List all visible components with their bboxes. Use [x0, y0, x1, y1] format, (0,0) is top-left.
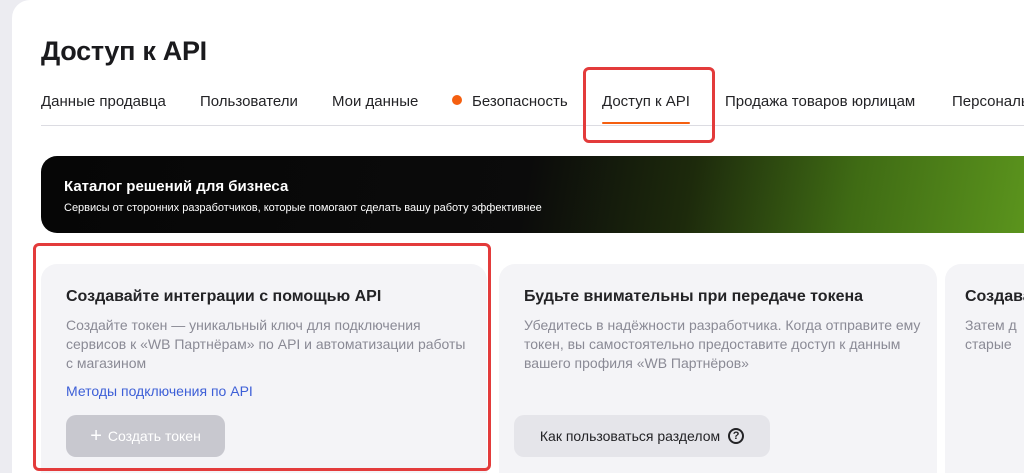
plus-icon: +	[90, 425, 102, 447]
banner-title: Каталог решений для бизнеса	[64, 178, 289, 195]
card-token-warning: Будьте внимательны при передаче токена У…	[499, 264, 937, 473]
create-token-label: Создать токен	[107, 428, 201, 444]
tab-users[interactable]: Пользователи	[200, 93, 298, 110]
help-circle-icon: ?	[728, 428, 745, 444]
how-to-use-button[interactable]: Как пользоваться разделом ?	[514, 415, 770, 457]
card-partial: Создава Затем д старые	[945, 264, 1024, 473]
tab-security-label: Безопасность	[472, 93, 568, 110]
card-text-line2: старые	[965, 336, 1012, 352]
tab-my-data[interactable]: Мои данные	[332, 93, 418, 110]
notification-dot-icon	[452, 95, 462, 105]
card-title: Будьте внимательны при передаче токена	[524, 288, 864, 305]
card-title: Создавайте интеграции с помощью API	[66, 288, 382, 305]
tab-security[interactable]: Безопасность	[452, 93, 568, 110]
banner-subtitle: Сервисы от сторонних разработчиков, кото…	[64, 202, 542, 214]
card-create-integrations: Создавайте интеграции с помощью API Созд…	[41, 264, 487, 473]
card-text-line1: Затем д	[965, 317, 1017, 333]
tab-bar: Данные продавца Пользователи Мои данные …	[41, 93, 1024, 126]
api-methods-link[interactable]: Методы подключения по API	[66, 383, 253, 399]
tab-seller-data[interactable]: Данные продавца	[41, 93, 166, 110]
card-text: Создайте токен — уникальный ключ для под…	[66, 317, 466, 371]
card-text: Убедитесь в надёжности разработчика. Ког…	[524, 317, 921, 371]
business-catalog-banner[interactable]: Каталог решений для бизнеса Сервисы от с…	[41, 156, 1024, 233]
card-title: Создава	[965, 288, 1024, 305]
tab-personal[interactable]: Персональ	[952, 93, 1024, 110]
how-to-use-label: Как пользоваться разделом	[539, 428, 721, 444]
tab-b2b-sales[interactable]: Продажа товаров юрлицам	[725, 93, 915, 110]
page-panel: Доступ к API Данные продавца Пользовател…	[12, 0, 1024, 473]
page-title: Доступ к API	[41, 36, 207, 66]
create-token-button[interactable]: + Создать токен	[66, 415, 225, 457]
tab-api-access[interactable]: Доступ к API	[602, 93, 690, 124]
